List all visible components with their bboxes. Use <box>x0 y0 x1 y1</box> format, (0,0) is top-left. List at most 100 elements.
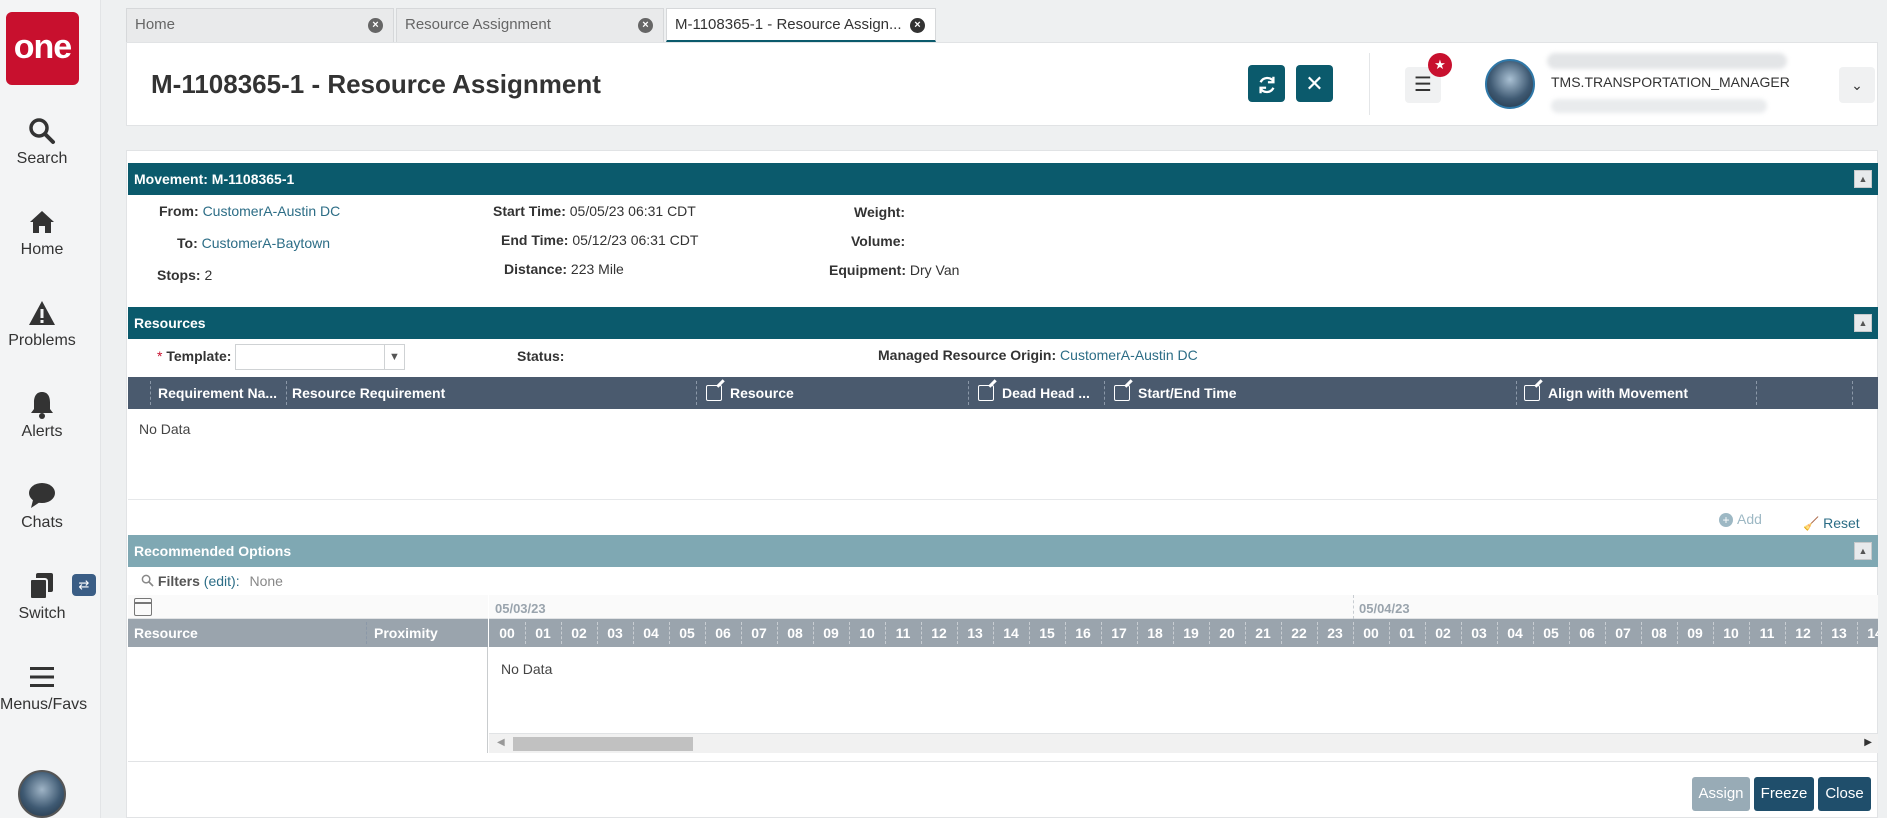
nav-problems[interactable]: Problems <box>0 298 84 350</box>
hour-label: 05 <box>1543 625 1559 641</box>
broom-icon: 🧹 <box>1803 516 1820 531</box>
col-start-end-time[interactable]: Start/End Time <box>1114 385 1237 401</box>
hour-label: 17 <box>1111 625 1127 641</box>
favorites-star-icon[interactable]: ★ <box>1428 53 1452 77</box>
nav-search-label: Search <box>16 150 68 167</box>
nav-alerts[interactable]: Alerts <box>0 389 84 441</box>
resources-section-header: Resources ▲ <box>128 307 1878 339</box>
column-separator <box>1104 381 1105 405</box>
add-label: Add <box>1737 511 1762 527</box>
col-align-with-movement[interactable]: Align with Movement <box>1524 385 1688 401</box>
col-proximity[interactable]: Proximity <box>374 625 438 641</box>
gantt-toolbar <box>128 595 488 619</box>
nav-menus-favs[interactable]: Menus/Favs <box>0 662 87 714</box>
hamburger-icon <box>0 662 84 692</box>
equipment-value: Dry Van <box>909 262 960 278</box>
hour-label: 02 <box>571 625 587 641</box>
hour-label: 10 <box>1723 625 1739 641</box>
volume-field: Volume: <box>851 233 905 249</box>
edit-icon <box>706 385 722 401</box>
origin-label: Managed Resource Origin: <box>878 347 1057 363</box>
hour-label: 10 <box>859 625 875 641</box>
collapse-icon[interactable]: ▲ <box>1854 542 1872 560</box>
one-logo[interactable]: one <box>6 12 79 85</box>
movement-section-header: Movement: M-1108365-1 ▲ <box>128 163 1878 195</box>
collapse-icon[interactable]: ▲ <box>1854 170 1872 188</box>
movement-section-title: Movement: M-1108365-1 <box>134 171 295 187</box>
end-time-label: End Time: <box>501 232 569 248</box>
close-page-button[interactable]: ✕ <box>1296 65 1333 102</box>
hour-label: 12 <box>1795 625 1811 641</box>
user-avatar-small[interactable] <box>18 770 66 818</box>
origin-field: Managed Resource Origin: CustomerA-Austi… <box>878 347 1198 363</box>
recommended-section-title: Recommended Options <box>134 543 292 559</box>
tab-home[interactable]: Home × <box>126 8 394 42</box>
horizontal-scrollbar[interactable]: ◀ ▶ <box>489 733 1878 753</box>
nav-switch-label: Switch <box>18 605 66 622</box>
date-label: 05/03/23 <box>495 601 546 616</box>
close-button[interactable]: Close <box>1818 777 1871 811</box>
add-button[interactable]: + Add <box>1719 511 1762 527</box>
col-dead-head[interactable]: Dead Head ... <box>978 385 1090 401</box>
recommended-no-data: No Data <box>501 661 553 677</box>
column-separator <box>696 381 697 405</box>
close-icon[interactable]: × <box>910 18 925 33</box>
filter-search-icon <box>141 573 158 589</box>
hour-label: 00 <box>499 625 515 641</box>
home-icon <box>0 207 84 237</box>
scroll-right-arrow-icon[interactable]: ▶ <box>1864 737 1872 748</box>
filters-edit-link[interactable]: (edit): <box>204 573 240 589</box>
user-menu-dropdown[interactable]: ⌄ <box>1839 67 1875 103</box>
search-icon <box>0 116 84 146</box>
edit-icon <box>1114 385 1130 401</box>
hour-label: 22 <box>1291 625 1307 641</box>
origin-link[interactable]: CustomerA-Austin DC <box>1060 347 1198 363</box>
to-link[interactable]: CustomerA-Baytown <box>202 235 330 251</box>
hour-label: 06 <box>1579 625 1595 641</box>
gantt-timeline: 05/03/23 05/04/23 00 01 02 03 04 05 06 07 08 09 10… <box>489 595 1878 753</box>
close-icon[interactable]: × <box>638 18 653 33</box>
tab-m-1108365-1[interactable]: M-1108365-1 - Resource Assign... × <box>666 8 936 42</box>
scroll-left-arrow-icon[interactable]: ◀ <box>497 737 505 748</box>
col-requirement-name[interactable]: Requirement Na... <box>158 385 277 401</box>
recommended-section-header: Recommended Options ▲ <box>128 535 1878 567</box>
col-resource-requirement[interactable]: Resource Requirement <box>292 385 445 401</box>
col-resource[interactable]: Resource <box>706 385 794 401</box>
chevron-down-icon[interactable]: ▼ <box>384 345 404 369</box>
nav-chats[interactable]: Chats <box>0 480 84 532</box>
collapse-icon[interactable]: ▲ <box>1854 314 1872 332</box>
refresh-button[interactable] <box>1248 65 1285 102</box>
status-field: Status: <box>517 348 564 364</box>
nav-search[interactable]: Search <box>0 116 84 168</box>
footer-divider <box>128 761 1878 762</box>
resources-grid-footer <box>128 499 1878 500</box>
gantt-hours-row: 00 01 02 03 04 05 06 07 08 09 10 11 12 13 14 15 16 17 18 19… <box>489 619 1878 647</box>
hour-label: 20 <box>1219 625 1235 641</box>
from-link[interactable]: CustomerA-Austin DC <box>203 203 341 219</box>
start-time-value: 05/05/23 06:31 CDT <box>569 203 696 219</box>
swap-arrows-icon[interactable]: ⇄ <box>72 574 96 596</box>
nav-alerts-label: Alerts <box>21 423 63 440</box>
end-time-field: End Time: 05/12/23 06:31 CDT <box>501 232 698 248</box>
distance-field: Distance: 223 Mile <box>504 261 624 277</box>
template-select[interactable]: ▼ <box>235 344 405 370</box>
tab-resource-assignment[interactable]: Resource Assignment × <box>396 8 664 42</box>
scrollbar-thumb[interactable] <box>513 737 693 751</box>
date-separator <box>1353 595 1354 619</box>
hour-label: 13 <box>967 625 983 641</box>
user-org-redacted <box>1551 99 1767 113</box>
filters-value: None <box>249 573 283 589</box>
reset-label: Reset <box>1823 515 1860 531</box>
assign-button[interactable]: Assign <box>1692 777 1750 811</box>
calendar-icon[interactable] <box>134 598 152 616</box>
nav-home[interactable]: Home <box>0 207 84 259</box>
close-icon: ✕ <box>1305 71 1324 96</box>
distance-label: Distance: <box>504 261 568 277</box>
freeze-button[interactable]: Freeze <box>1754 777 1814 811</box>
page-header: M-1108365-1 - Resource Assignment ✕ ☰ ★ … <box>126 42 1878 126</box>
col-resource-name[interactable]: Resource <box>134 625 198 641</box>
edit-icon <box>978 385 994 401</box>
user-avatar[interactable] <box>1485 59 1535 109</box>
reset-button[interactable]: 🧹 Reset <box>1803 515 1860 532</box>
close-icon[interactable]: × <box>368 18 383 33</box>
